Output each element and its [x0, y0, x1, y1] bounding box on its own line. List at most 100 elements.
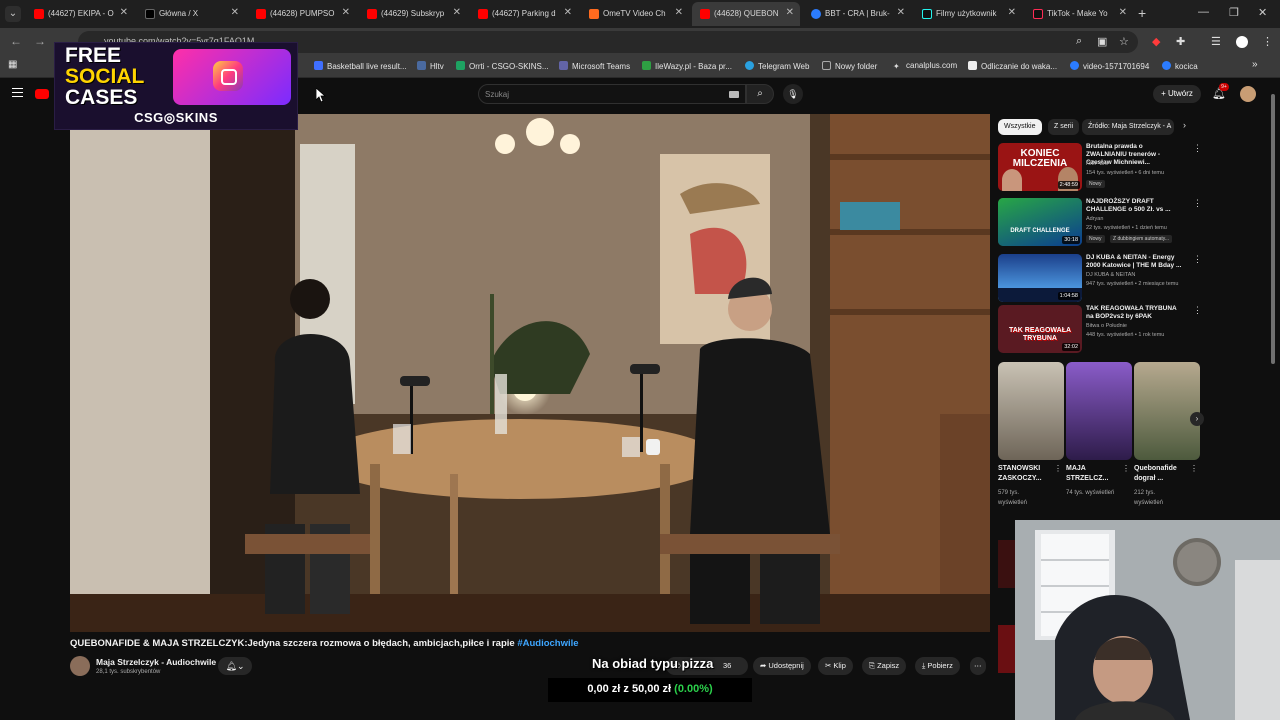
short-title[interactable]: MAJA STRZELCZ...: [1066, 464, 1120, 484]
close-tab-icon[interactable]: ✕: [120, 7, 128, 18]
short-title[interactable]: Quebonafide dograł ...: [1134, 464, 1188, 484]
reading-list-icon[interactable]: ☰: [1211, 35, 1221, 48]
video-channel[interactable]: DJ KUBA & NEITAN: [1086, 272, 1135, 278]
clip-button[interactable]: ✂ Klip: [818, 657, 853, 675]
browser-tab[interactable]: (44627) Parking d ✕: [470, 2, 578, 26]
bookmark-item[interactable]: IleWazy.pl - Baza pr...: [642, 61, 732, 71]
video-thumbnail[interactable]: [998, 625, 1015, 673]
browser-tab[interactable]: (44629) Subskryp ✕: [359, 2, 467, 26]
chip-series[interactable]: Z serii: [1048, 119, 1080, 135]
short-item[interactable]: Quebonafide dograł ... 212 tys. wyświetl…: [1134, 362, 1200, 512]
create-button[interactable]: + Utwórz: [1153, 85, 1201, 103]
video-channel[interactable]: Bitwa o Południe: [1086, 323, 1127, 329]
video-thumbnail[interactable]: KONIEC MILCZENIA 2:48:59: [998, 143, 1082, 191]
shorts-next-chevron-icon[interactable]: ›: [1190, 412, 1204, 426]
video-title[interactable]: NAJDROŻSZY DRAFT CHALLENGE o 500 Zł. vs …: [1086, 198, 1184, 214]
chip-all[interactable]: Wszystkie: [998, 119, 1042, 135]
channel-name[interactable]: Maja Strzelczyk - Audiochwile: [96, 657, 216, 667]
bookmark-item[interactable]: video-1571701694: [1070, 61, 1149, 71]
browser-menu-icon[interactable]: ⋮: [1262, 35, 1273, 48]
bookmark-item[interactable]: Telegram Web: [745, 61, 809, 71]
forward-icon[interactable]: →: [34, 34, 46, 48]
video-thumbnail[interactable]: 1:04:58: [998, 254, 1082, 302]
close-tab-icon[interactable]: ✕: [564, 7, 572, 18]
voice-search-button[interactable]: 🎙︎: [783, 84, 803, 104]
minimize-icon[interactable]: —: [1198, 6, 1209, 18]
save-button[interactable]: ⎘ Zapisz: [862, 657, 907, 675]
account-avatar[interactable]: [1240, 86, 1256, 102]
close-tab-icon[interactable]: ✕: [453, 7, 461, 18]
subscription-bell-button[interactable]: 🔔︎⌄: [218, 657, 252, 675]
short-item[interactable]: MAJA STRZELCZ... 74 tys. wyświetleń ⋮: [1066, 362, 1132, 512]
maximize-icon[interactable]: ❐: [1229, 6, 1239, 19]
browser-tab[interactable]: (44627) EKIPA - O ✕: [26, 2, 134, 26]
bookmark-item[interactable]: ✦ canalplus.com: [893, 61, 957, 71]
bookmark-item[interactable]: Basketball live result...: [314, 61, 407, 71]
short-title[interactable]: STANOWSKI ZASKOCZY...: [998, 464, 1052, 484]
video-thumbnail[interactable]: DRAFT CHALLENGE 30:18: [998, 198, 1082, 246]
recommended-video[interactable]: KONIEC MILCZENIA 2:48:59 Brutalna prawda…: [998, 143, 1202, 191]
youtube-logo-icon[interactable]: [35, 89, 49, 99]
close-tab-icon[interactable]: ✕: [342, 7, 350, 18]
zoom-icon[interactable]: ⌕: [1076, 35, 1082, 48]
bookmark-item[interactable]: kocica: [1162, 61, 1198, 71]
more-options-icon[interactable]: ⋮: [1193, 305, 1202, 316]
video-title[interactable]: TAK REAGOWAŁA TRYBUNA na BOP2vs2 by 6PAK: [1086, 305, 1184, 321]
tab-search-icon[interactable]: ⌄: [5, 6, 21, 22]
close-tab-icon[interactable]: ✕: [1008, 7, 1016, 18]
more-options-icon[interactable]: ⋮: [1122, 464, 1130, 473]
chip-source[interactable]: Źródło: Maja Strzelczyk - A: [1082, 119, 1174, 135]
profile-icon[interactable]: [1236, 36, 1248, 48]
close-tab-icon[interactable]: ✕: [1119, 7, 1127, 18]
browser-tab[interactable]: Filmy użytkownik ✕: [914, 2, 1022, 26]
extensions-puzzle-icon[interactable]: ✚: [1176, 35, 1185, 48]
csgo-skins-ad-banner[interactable]: FREE SOCIAL CASES CSG◎SKINS: [54, 42, 298, 130]
keyboard-icon[interactable]: [729, 91, 739, 98]
page-scrollbar[interactable]: [1271, 94, 1275, 364]
search-box[interactable]: Szukaj: [478, 84, 746, 104]
short-thumbnail[interactable]: [1134, 362, 1200, 460]
recommended-video[interactable]: 1:04:58 DJ KUBA & NEITAN - Energy 2000 K…: [998, 254, 1202, 302]
bookmark-item[interactable]: Odliczanie do waka...: [968, 61, 1057, 71]
close-tab-icon[interactable]: ✕: [675, 7, 683, 18]
browser-tab[interactable]: Główna / X ✕: [137, 2, 245, 26]
video-thumbnail[interactable]: [998, 540, 1015, 588]
bookmark-star-icon[interactable]: ☆: [1119, 35, 1129, 48]
video-thumbnail[interactable]: TAK REAGOWAŁA TRYBUNA 32:02: [998, 305, 1082, 353]
bookmark-folder[interactable]: Nowy folder: [822, 61, 877, 71]
more-options-icon[interactable]: ⋮: [1193, 143, 1202, 154]
browser-tab-active[interactable]: (44628) QUEBON ✕: [692, 2, 800, 26]
new-tab-icon[interactable]: +: [1138, 5, 1146, 21]
video-channel[interactable]: Adryan: [1086, 216, 1103, 222]
hashtag-link[interactable]: #Audiochwile: [517, 638, 578, 649]
short-item[interactable]: STANOWSKI ZASKOCZY... 579 tys. wyświetle…: [998, 362, 1064, 512]
close-window-icon[interactable]: ✕: [1258, 6, 1267, 19]
recommended-video[interactable]: TAK REAGOWAŁA TRYBUNA 32:02 TAK REAGOWAŁ…: [998, 305, 1202, 353]
search-button[interactable]: ⌕: [746, 84, 774, 104]
recommended-video[interactable]: DRAFT CHALLENGE 30:18 NAJDROŻSZY DRAFT C…: [998, 198, 1202, 246]
video-channel[interactable]: RMF Bro: [1086, 161, 1108, 167]
video-title[interactable]: DJ KUBA & NEITAN - Energy 2000 Katowice …: [1086, 254, 1184, 270]
download-button[interactable]: ⤓ Pobierz: [915, 657, 960, 675]
video-player[interactable]: [70, 114, 990, 632]
browser-tab[interactable]: OmeTV Video Ch ✕: [581, 2, 689, 26]
extension-icon[interactable]: ◆: [1152, 35, 1160, 48]
more-options-icon[interactable]: ⋮: [1193, 198, 1202, 209]
close-tab-icon[interactable]: ✕: [231, 7, 239, 18]
more-actions-button[interactable]: ⋯: [970, 657, 986, 675]
bookmark-item[interactable]: Microsoft Teams: [559, 61, 630, 71]
hamburger-menu-icon[interactable]: [12, 88, 23, 97]
browser-tab[interactable]: BBT - CRA | Bruk- ✕: [803, 2, 911, 26]
more-bookmarks-icon[interactable]: »: [1252, 59, 1258, 70]
browser-tab[interactable]: (44628) PUMPSO ✕: [248, 2, 356, 26]
browser-tab[interactable]: TikTok - Make Yo ✕: [1025, 2, 1133, 26]
back-icon[interactable]: ←: [10, 34, 22, 48]
install-app-icon[interactable]: ▣: [1097, 35, 1107, 48]
search-input[interactable]: Szukaj: [485, 90, 509, 99]
channel-avatar[interactable]: [70, 656, 90, 676]
chevron-right-icon[interactable]: ›: [1183, 120, 1186, 130]
short-thumbnail[interactable]: [998, 362, 1064, 460]
more-options-icon[interactable]: ⋮: [1190, 464, 1198, 473]
bookmark-item[interactable]: Hltv: [417, 61, 444, 71]
close-tab-icon[interactable]: ✕: [786, 7, 794, 18]
